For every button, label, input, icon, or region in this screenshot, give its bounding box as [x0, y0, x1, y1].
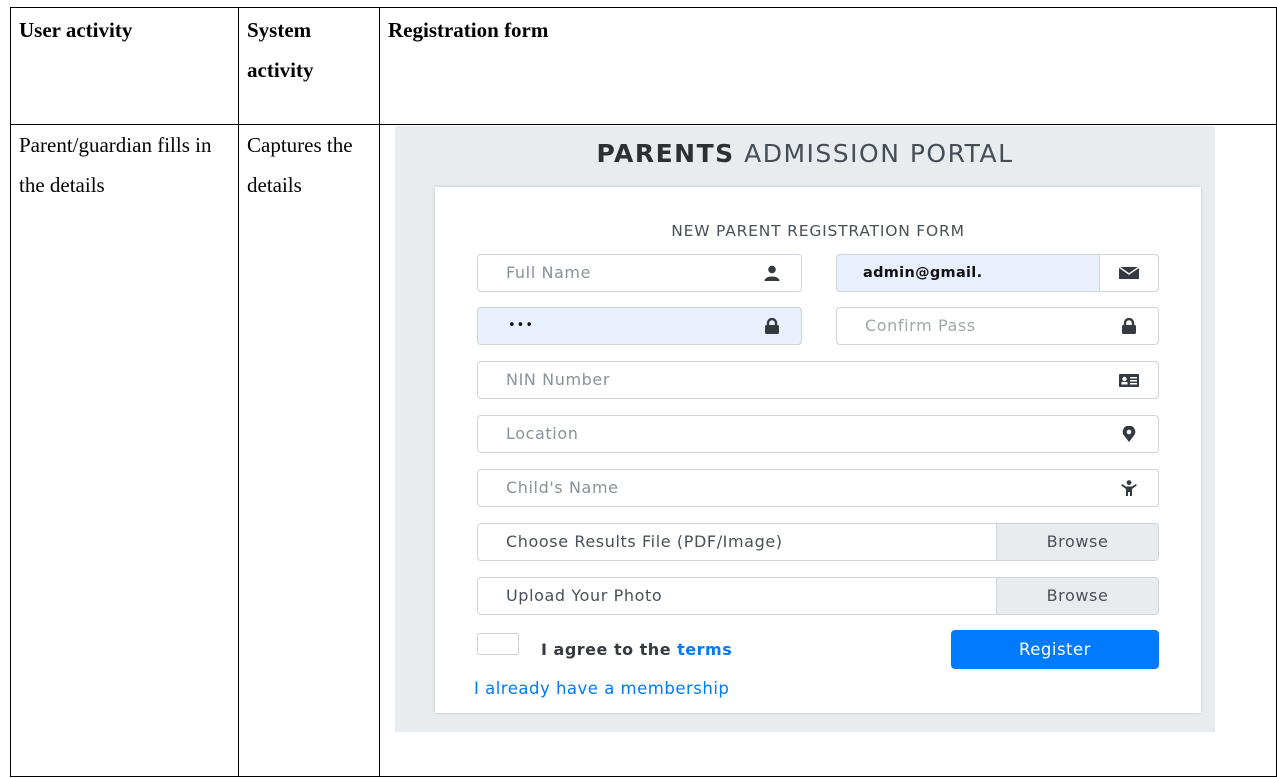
user-icon	[743, 255, 801, 291]
photo-browse-button[interactable]: Browse	[996, 578, 1158, 614]
full-name-placeholder: Full Name	[506, 263, 592, 282]
password-field[interactable]: •••	[477, 307, 802, 345]
terms-link[interactable]: terms	[677, 640, 732, 659]
cell-registration-form: PARENTS ADMISSION PORTAL NEW PARENT REGI…	[379, 124, 1277, 777]
child-placeholder: Child's Name	[506, 478, 619, 497]
location-field[interactable]: Location	[477, 415, 1159, 453]
lock-icon	[1100, 308, 1158, 344]
registration-card: NEW PARENT REGISTRATION FORM Full Name a…	[435, 187, 1201, 713]
location-placeholder: Location	[506, 424, 579, 443]
header-registration-form: Registration form	[379, 7, 1277, 125]
header-system-activity: System activity	[238, 7, 380, 125]
table-row: Parent/guardian fills in the details Cap…	[10, 124, 1277, 777]
results-file-input[interactable]: Choose Results File (PDF/Image) Browse	[477, 523, 1159, 561]
portal-title: PARENTS ADMISSION PORTAL	[395, 138, 1215, 170]
agree-text: I agree to the	[541, 640, 672, 659]
email-value: admin@gmail.	[863, 265, 983, 281]
results-file-label: Choose Results File (PDF/Image)	[506, 532, 783, 551]
password-value: •••	[508, 318, 535, 333]
envelope-icon	[1099, 255, 1158, 291]
activity-table: User activity System activity Registrati…	[10, 7, 1277, 777]
confirm-placeholder: Confirm Pass	[865, 316, 976, 335]
child-name-field[interactable]: Child's Name	[477, 469, 1159, 507]
id-card-icon	[1100, 362, 1158, 398]
register-button[interactable]: Register	[951, 630, 1159, 669]
child-icon	[1100, 470, 1158, 506]
portal-title-rest: ADMISSION PORTAL	[744, 139, 1014, 168]
header-user-activity: User activity	[10, 7, 239, 125]
email-field[interactable]: admin@gmail.	[836, 254, 1159, 292]
table-header-row: User activity System activity Registrati…	[10, 7, 1277, 125]
results-browse-button[interactable]: Browse	[996, 524, 1158, 560]
form-title: NEW PARENT REGISTRATION FORM	[671, 222, 965, 240]
portal-screenshot: PARENTS ADMISSION PORTAL NEW PARENT REGI…	[395, 126, 1215, 732]
photo-file-label: Upload Your Photo	[506, 586, 663, 605]
nin-field[interactable]: NIN Number	[477, 361, 1159, 399]
cell-system-activity: Captures the details	[238, 124, 380, 777]
agree-checkbox[interactable]	[477, 633, 519, 655]
agree-label: I agree to the terms	[541, 630, 732, 670]
full-name-field[interactable]: Full Name	[477, 254, 802, 292]
nin-placeholder: NIN Number	[506, 370, 611, 389]
lock-icon	[743, 308, 801, 344]
map-marker-icon	[1100, 416, 1158, 452]
photo-file-input[interactable]: Upload Your Photo Browse	[477, 577, 1159, 615]
portal-title-bold: PARENTS	[596, 139, 735, 168]
membership-link[interactable]: I already have a membership	[474, 669, 729, 709]
confirm-password-field[interactable]: Confirm Pass	[836, 307, 1159, 345]
cell-user-activity: Parent/guardian fills in the details	[10, 124, 239, 777]
